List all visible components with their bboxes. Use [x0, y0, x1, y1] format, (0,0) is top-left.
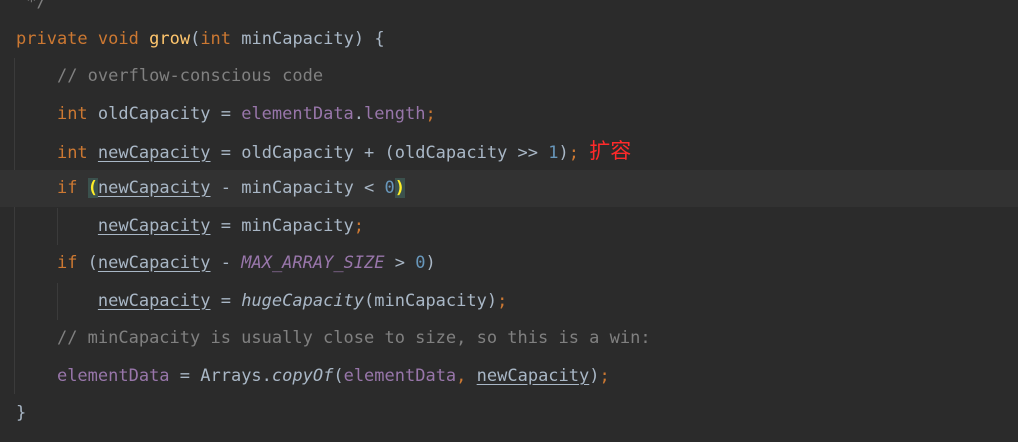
annotation-label: 扩容	[589, 139, 632, 163]
code-token: 0	[415, 253, 426, 273]
code-token: }	[16, 403, 27, 423]
code-token: = oldCapacity + (oldCapacity >>	[210, 143, 549, 163]
code-token: 1	[548, 143, 559, 163]
code-line[interactable]: // minCapacity is usually close to size,…	[16, 320, 1018, 357]
code-token: = minCapacity	[210, 216, 354, 236]
code-token: ;	[353, 216, 365, 236]
code-editor[interactable]: */ private void grow(int minCapacity) { …	[0, 0, 1018, 442]
code-token: // overflow-conscious code	[56, 66, 324, 86]
code-token: newCapacity	[97, 291, 211, 311]
code-token: int	[56, 104, 88, 124]
code-token: -	[210, 253, 242, 273]
code-token: newCapacity	[97, 143, 211, 163]
code-token: MAX_ARRAY_SIZE	[241, 253, 385, 273]
code-token: .	[353, 104, 365, 124]
code-token: (minCapacity)	[364, 291, 498, 311]
code-token: (	[190, 29, 201, 49]
code-line[interactable]: */	[16, 0, 1018, 21]
code-token: ;	[568, 143, 580, 163]
code-token: - minCapacity <	[210, 178, 385, 198]
code-line[interactable]: newCapacity = hugeCapacity(minCapacity);	[16, 283, 1018, 320]
code-token: = Arrays.	[169, 366, 272, 386]
code-token: >	[384, 253, 416, 273]
code-line[interactable]: int newCapacity = oldCapacity + (oldCapa…	[16, 133, 1018, 170]
code-line[interactable]: newCapacity = minCapacity;	[16, 208, 1018, 245]
code-line[interactable]: int oldCapacity = elementData.length;	[16, 96, 1018, 133]
code-line[interactable]: }	[16, 395, 1018, 432]
code-token: elementData	[56, 366, 170, 386]
code-token: (	[87, 178, 98, 198]
code-token: hugeCapacity	[241, 291, 365, 311]
code-line-current[interactable]: if (newCapacity - minCapacity < 0)	[0, 170, 1018, 207]
code-token: elementData	[343, 366, 457, 386]
code-line[interactable]: if (newCapacity - MAX_ARRAY_SIZE > 0)	[16, 245, 1018, 282]
code-token: (	[77, 253, 98, 273]
code-token: grow	[149, 29, 191, 49]
code-token: )	[589, 366, 600, 386]
code-token: ;	[599, 366, 610, 386]
code-token: ,	[456, 366, 477, 386]
indent-guide	[14, 58, 15, 394]
code-token: newCapacity	[97, 253, 211, 273]
code-token: minCapacity) {	[231, 29, 385, 49]
code-token: newCapacity	[476, 366, 590, 386]
code-token: 0	[384, 178, 395, 198]
code-token: length	[364, 104, 426, 124]
code-token: copyOf	[271, 366, 334, 386]
code-line[interactable]: elementData = Arrays.copyOf(elementData,…	[16, 358, 1018, 395]
code-token: ;	[497, 291, 508, 311]
code-line[interactable]: private void grow(int minCapacity) {	[16, 21, 1018, 58]
code-token: =	[210, 291, 242, 311]
code-token: )	[394, 178, 406, 198]
code-token: oldCapacity =	[87, 104, 242, 124]
code-token: newCapacity	[97, 216, 211, 236]
code-token: if	[56, 178, 78, 198]
code-token: if	[56, 253, 78, 273]
code-token: */	[16, 0, 47, 12]
code-token: newCapacity	[97, 178, 211, 198]
code-token: int	[56, 143, 88, 163]
code-token: (	[333, 366, 344, 386]
code-token: elementData	[241, 104, 354, 124]
code-token: // minCapacity is usually close to size,…	[56, 328, 651, 348]
code-line[interactable]: // overflow-conscious code	[16, 58, 1018, 95]
code-token: ;	[425, 104, 436, 124]
code-token: )	[558, 143, 569, 163]
code-token: int	[200, 29, 232, 49]
code-token: private	[16, 29, 88, 49]
code-token: void	[97, 29, 139, 49]
code-token: )	[425, 253, 436, 273]
